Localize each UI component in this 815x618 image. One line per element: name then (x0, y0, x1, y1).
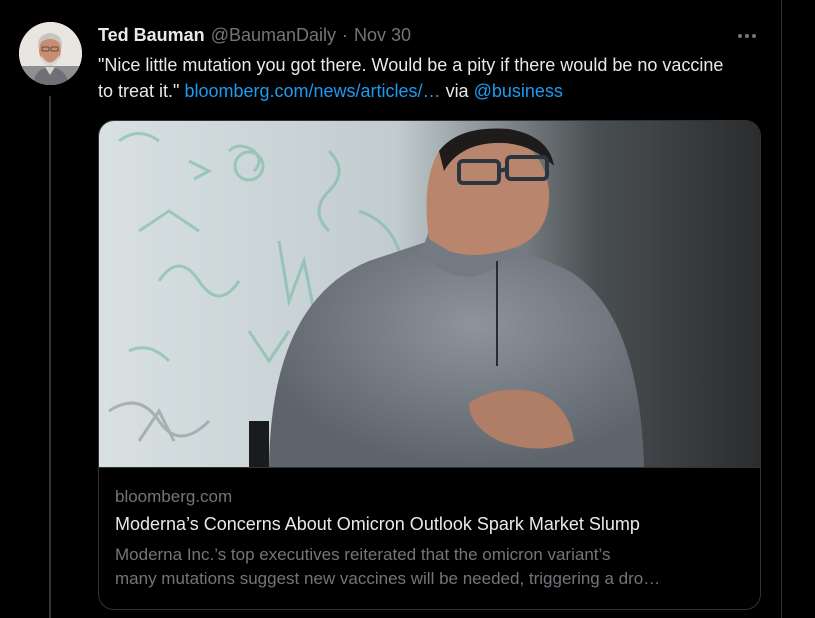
thread-connector-line (49, 96, 51, 618)
mention-link[interactable]: @business (474, 81, 563, 101)
card-title[interactable]: Moderna’s Concerns About Omicron Outlook… (115, 514, 640, 535)
card-description-line: many mutations suggest new vaccines will… (115, 569, 661, 588)
user-handle[interactable]: @BaumanDaily (211, 25, 336, 46)
display-name[interactable]: Ted Bauman (98, 25, 205, 46)
tweet-text: "Nice little mutation you got there. Wou… (98, 52, 738, 104)
ellipsis-icon (738, 34, 742, 38)
column-divider (781, 0, 782, 618)
card-description-line: Moderna Inc.’s top executives reiterated… (115, 545, 611, 564)
avatar-photo (19, 22, 82, 85)
article-link[interactable]: bloomberg.com/news/articles/… (184, 81, 440, 101)
more-options-button[interactable] (732, 26, 762, 46)
card-domain: bloomberg.com (115, 487, 233, 506)
tweet-header: Ted Bauman @BaumanDaily · Nov 30 (98, 25, 411, 49)
link-preview-card[interactable]: bloomberg.com Moderna’s Concerns About O… (98, 120, 761, 610)
via-text: via (445, 81, 469, 101)
card-description: Moderna Inc.’s top executives reiterated… (115, 543, 740, 591)
tweet-date[interactable]: Nov 30 (354, 25, 411, 46)
card-divider (99, 467, 760, 468)
avatar[interactable] (19, 22, 82, 85)
card-image (99, 121, 760, 467)
separator-dot: · (342, 25, 349, 45)
